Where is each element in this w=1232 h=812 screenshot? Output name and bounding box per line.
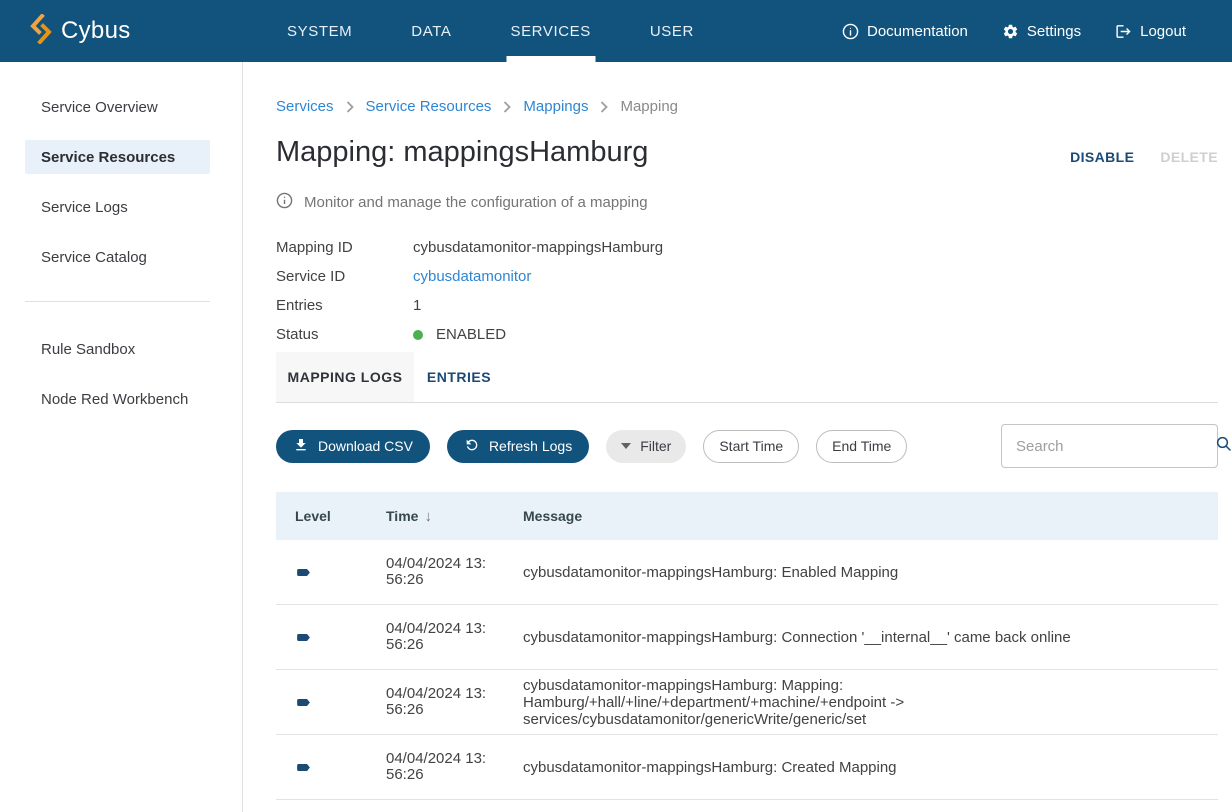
end-time-button[interactable]: End Time xyxy=(816,430,907,463)
download-csv-label: Download CSV xyxy=(318,438,413,454)
tab-mapping-logs[interactable]: MAPPING LOGS xyxy=(276,352,414,402)
service-id-link[interactable]: cybusdatamonitor xyxy=(413,268,531,285)
documentation-label: Documentation xyxy=(867,23,968,40)
sidebar-item-service-overview[interactable]: Service Overview xyxy=(0,82,242,132)
filter-label: Filter xyxy=(640,438,671,454)
sidebar-item-rule-sandbox[interactable]: Rule Sandbox xyxy=(0,324,242,374)
breadcrumb-service-resources[interactable]: Service Resources xyxy=(366,98,492,115)
nav-tab-user[interactable]: USER xyxy=(650,0,694,62)
label-icon xyxy=(295,564,386,581)
chevron-down-icon xyxy=(621,443,631,449)
filter-dropdown[interactable]: Filter xyxy=(606,430,686,463)
service-id-label: Service ID xyxy=(276,268,413,285)
top-navbar: Cybus SYSTEM DATA SERVICES USER Document… xyxy=(0,0,1232,62)
status-dot-icon xyxy=(413,330,423,340)
entries-label: Entries xyxy=(276,297,413,314)
mapping-details: Mapping ID cybusdatamonitor-mappingsHamb… xyxy=(276,233,1218,349)
brand-logo[interactable]: Cybus xyxy=(30,14,131,49)
info-icon xyxy=(842,23,859,40)
log-message: cybusdatamonitor-mappingsHamburg: Enable… xyxy=(523,564,1218,581)
mapping-logs-table: Level Time ↓ Message 04/04/2024 13: xyxy=(276,492,1218,800)
search-input[interactable] xyxy=(1016,438,1215,455)
nav-tab-system[interactable]: SYSTEM xyxy=(287,0,352,62)
sidebar-item-node-red-workbench[interactable]: Node Red Workbench xyxy=(0,374,242,424)
documentation-button[interactable]: Documentation xyxy=(842,23,968,40)
table-row: 04/04/2024 13: 56:26 cybusdatamonitor-ma… xyxy=(276,735,1218,800)
sidebar-item-service-resources[interactable]: Service Resources xyxy=(0,132,242,182)
label-icon xyxy=(295,629,386,646)
cybus-logo-icon xyxy=(30,14,52,49)
sort-descending-icon[interactable]: ↓ xyxy=(424,508,432,525)
tab-entries[interactable]: ENTRIES xyxy=(414,352,504,402)
mapping-id-label: Mapping ID xyxy=(276,239,413,256)
refresh-logs-button[interactable]: Refresh Logs xyxy=(447,430,589,463)
info-icon xyxy=(276,192,293,213)
page-subtitle: Monitor and manage the configuration of … xyxy=(304,194,648,211)
chevron-right-icon xyxy=(503,101,511,113)
sidebar: Service Overview Service Resources Servi… xyxy=(0,62,243,812)
refresh-icon xyxy=(464,437,480,456)
log-message: cybusdatamonitor-mappingsHamburg: Mappin… xyxy=(523,677,1218,728)
breadcrumb-mapping: Mapping xyxy=(620,98,678,115)
log-time: 04/04/2024 13: 56:26 xyxy=(386,743,523,791)
settings-label: Settings xyxy=(1027,23,1081,40)
gear-icon xyxy=(1002,23,1019,40)
table-row: 04/04/2024 13: 56:26 cybusdatamonitor-ma… xyxy=(276,540,1218,605)
log-message: cybusdatamonitor-mappingsHamburg: Connec… xyxy=(523,629,1218,646)
download-icon xyxy=(293,437,309,456)
log-message: cybusdatamonitor-mappingsHamburg: Create… xyxy=(523,759,1218,776)
label-icon xyxy=(295,694,386,711)
logout-label: Logout xyxy=(1140,23,1186,40)
nav-tab-services[interactable]: SERVICES xyxy=(510,0,590,62)
end-time-label: End Time xyxy=(832,438,891,454)
logout-icon xyxy=(1115,23,1132,40)
chevron-right-icon xyxy=(600,101,608,113)
sidebar-item-service-catalog[interactable]: Service Catalog xyxy=(0,232,242,282)
column-header-message: Message xyxy=(523,508,1218,524)
logout-button[interactable]: Logout xyxy=(1115,23,1186,40)
main-content: Services Service Resources Mappings Mapp… xyxy=(243,62,1232,812)
download-csv-button[interactable]: Download CSV xyxy=(276,430,430,463)
status-badge: ENABLED xyxy=(436,326,506,343)
content-tabbar: MAPPING LOGS ENTRIES xyxy=(276,352,1218,403)
page-title: Mapping: mappingsHamburg xyxy=(276,133,648,171)
column-header-time[interactable]: Time ↓ xyxy=(386,508,523,525)
settings-button[interactable]: Settings xyxy=(1002,23,1081,40)
label-icon xyxy=(295,759,386,776)
nav-tab-data[interactable]: DATA xyxy=(411,0,451,62)
breadcrumb-mappings[interactable]: Mappings xyxy=(523,98,588,115)
search-box xyxy=(1001,424,1218,468)
status-label: Status xyxy=(276,326,413,343)
table-row: 04/04/2024 13: 56:26 cybusdatamonitor-ma… xyxy=(276,605,1218,670)
log-time: 04/04/2024 13: 56:26 xyxy=(386,678,523,726)
sidebar-divider xyxy=(25,301,210,302)
breadcrumb-services[interactable]: Services xyxy=(276,98,334,115)
logs-toolbar: Download CSV Refresh Logs Filter Start T… xyxy=(276,424,1218,468)
start-time-label: Start Time xyxy=(719,438,783,454)
brand-name: Cybus xyxy=(61,17,131,45)
column-header-level: Level xyxy=(276,508,386,524)
chevron-right-icon xyxy=(346,101,354,113)
breadcrumb: Services Service Resources Mappings Mapp… xyxy=(276,98,1218,115)
detail-service-id: Service ID cybusdatamonitor xyxy=(276,262,1218,291)
log-time: 04/04/2024 13: 56:26 xyxy=(386,613,523,661)
nav-tabs: SYSTEM DATA SERVICES USER xyxy=(287,0,694,62)
refresh-logs-label: Refresh Logs xyxy=(489,438,572,454)
detail-mapping-id: Mapping ID cybusdatamonitor-mappingsHamb… xyxy=(276,233,1218,262)
start-time-button[interactable]: Start Time xyxy=(703,430,799,463)
sidebar-item-service-logs[interactable]: Service Logs xyxy=(0,182,242,232)
table-row: 04/04/2024 13: 56:26 cybusdatamonitor-ma… xyxy=(276,670,1218,735)
log-time: 04/04/2024 13: 56:26 xyxy=(386,548,523,596)
delete-button[interactable]: DELETE xyxy=(1160,149,1218,165)
entries-value: 1 xyxy=(413,297,421,314)
mapping-id-value: cybusdatamonitor-mappingsHamburg xyxy=(413,239,663,256)
disable-button[interactable]: DISABLE xyxy=(1070,149,1134,165)
detail-entries: Entries 1 xyxy=(276,291,1218,320)
table-header: Level Time ↓ Message xyxy=(276,492,1218,540)
detail-status: Status ENABLED xyxy=(276,320,1218,349)
search-icon[interactable] xyxy=(1215,435,1232,458)
nav-actions: Documentation Settings Logout xyxy=(842,0,1186,62)
title-actions: DISABLE DELETE xyxy=(1070,149,1218,171)
